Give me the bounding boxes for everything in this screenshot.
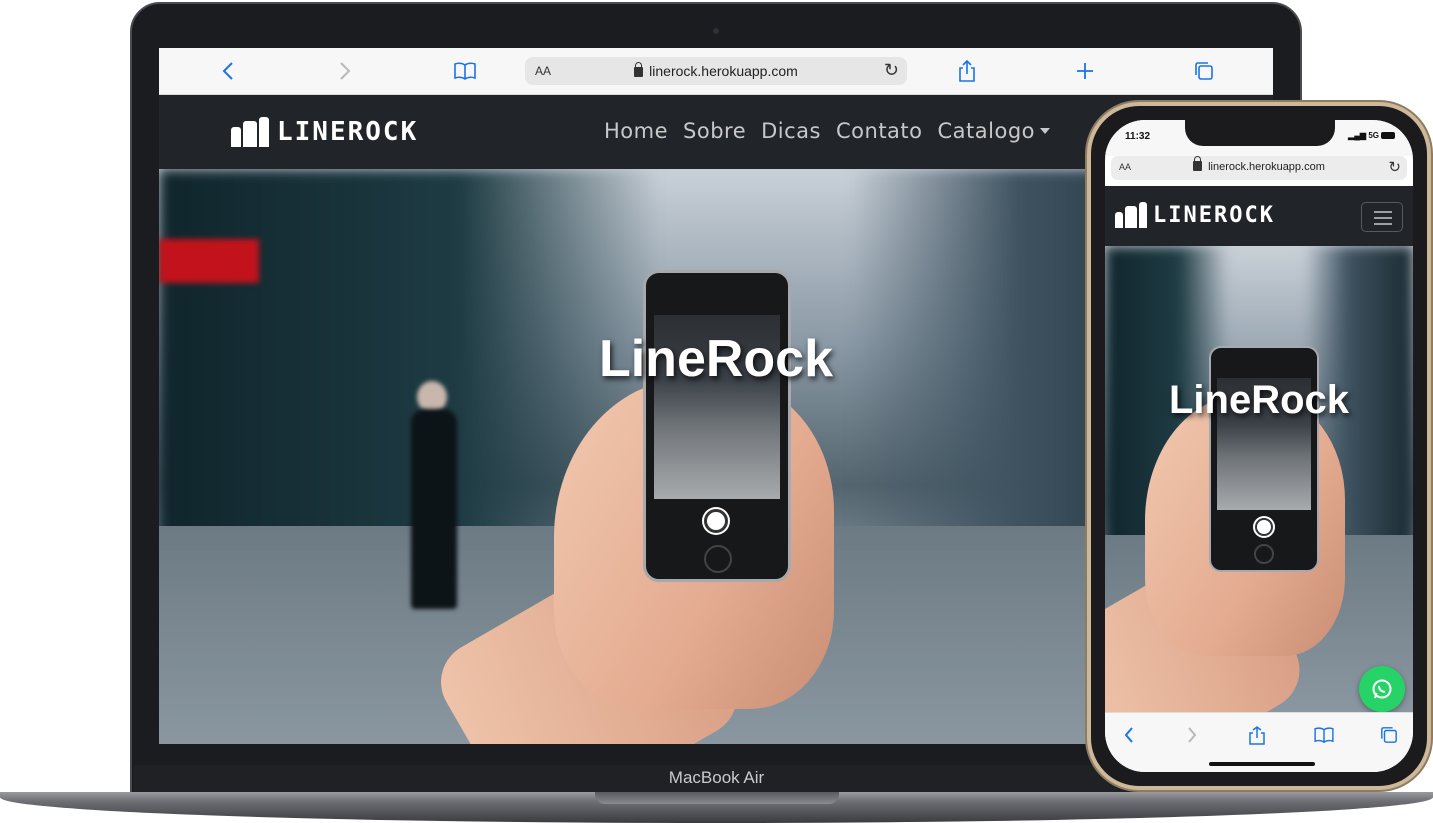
mobile-logo-text: LINEROCK: [1153, 202, 1275, 228]
tabs-icon[interactable]: [1377, 723, 1401, 747]
chevron-left-icon[interactable]: [1117, 723, 1141, 747]
logo-mark-icon: [231, 117, 269, 147]
browser-toolbar: AA linerock.herokuapp.com ↻: [159, 48, 1273, 95]
hero-person: [411, 409, 457, 609]
hero-shutter: [704, 509, 728, 533]
caret-down-icon: [1040, 128, 1051, 134]
network-label: 5G: [1368, 131, 1379, 140]
reload-icon[interactable]: ↻: [1388, 158, 1401, 176]
mobile-browser-toolbar: [1105, 712, 1413, 772]
hero-awning: [159, 239, 259, 283]
device-mockup-stage: MacBook Air AA linerock.herokuapp.com ↻: [0, 0, 1433, 823]
chevron-right-icon[interactable]: [1180, 723, 1204, 747]
nav-contato[interactable]: Contato: [836, 119, 923, 143]
macbook-hinge-notch: [595, 792, 839, 804]
home-indicator: [1209, 762, 1315, 766]
logo-mark-icon: [1115, 202, 1147, 228]
webcam: [713, 28, 719, 34]
nav-catalogo-label: Catalogo: [937, 119, 1036, 143]
mobile-hero-image: LineRock: [1105, 246, 1413, 712]
chevron-right-icon[interactable]: [332, 58, 358, 84]
lock-icon: [634, 62, 644, 77]
bookmarks-icon[interactable]: [1312, 723, 1336, 747]
lock-icon: [1193, 156, 1203, 171]
address-bar[interactable]: AA linerock.herokuapp.com ↻: [525, 57, 907, 85]
mobile-hero-title: LineRock: [1168, 378, 1350, 422]
reload-icon[interactable]: ↻: [884, 60, 899, 81]
share-icon[interactable]: [1245, 723, 1269, 747]
status-time: 11:32: [1125, 131, 1151, 142]
mobile-url-text: linerock.herokuapp.com: [1208, 161, 1325, 173]
url-text: linerock.herokuapp.com: [649, 63, 798, 79]
mobile-hero-shutter: [1255, 518, 1273, 536]
mobile-url-wrap: linerock.herokuapp.com: [1111, 156, 1407, 173]
battery-icon: [1381, 132, 1395, 139]
nav-sobre[interactable]: Sobre: [683, 119, 746, 143]
hero-phone: [643, 270, 791, 582]
site-logo[interactable]: LINEROCK: [231, 117, 418, 147]
hamburger-menu-icon[interactable]: [1361, 202, 1403, 232]
dynamic-island: [1185, 120, 1335, 146]
nav-home[interactable]: Home: [604, 119, 668, 143]
chevron-left-icon[interactable]: [215, 58, 241, 84]
url-text-wrap: linerock.herokuapp.com: [525, 62, 907, 79]
signal-icon: ▂▄▆: [1348, 131, 1367, 140]
mobile-site-logo[interactable]: LINEROCK: [1115, 202, 1275, 228]
mobile-address-bar[interactable]: AA linerock.herokuapp.com ↻: [1111, 156, 1407, 180]
iphone-frame: 11:32 ▂▄▆ 5G AA linerock.herokuapp.com ↻…: [1087, 102, 1431, 790]
plus-icon[interactable]: [1072, 58, 1098, 84]
share-icon[interactable]: [954, 58, 980, 84]
nav-dicas[interactable]: Dicas: [761, 119, 821, 143]
mobile-site-navbar: LINEROCK: [1105, 186, 1413, 246]
status-indicators: ▂▄▆ 5G: [1348, 131, 1395, 140]
logo-text: LINEROCK: [277, 117, 419, 147]
tabs-icon[interactable]: [1191, 58, 1217, 84]
mobile-screen: 11:32 ▂▄▆ 5G AA linerock.herokuapp.com ↻…: [1105, 120, 1413, 772]
nav-catalogo-dropdown[interactable]: Catalogo: [938, 119, 1051, 143]
hero-home-button: [704, 545, 732, 573]
whatsapp-icon[interactable]: [1359, 666, 1405, 712]
nav-links: Home Sobre Dicas Contato Catalogo: [604, 119, 1051, 143]
mobile-hero-home-button: [1254, 544, 1274, 564]
bookmarks-icon[interactable]: [452, 58, 478, 84]
